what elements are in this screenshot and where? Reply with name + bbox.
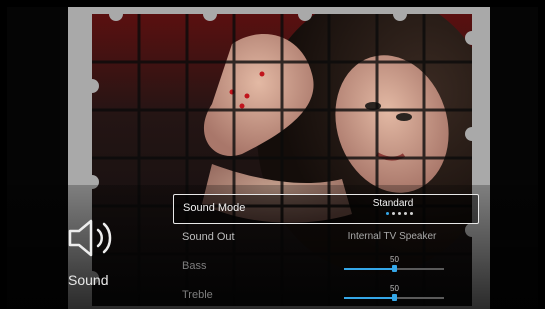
- treble-value: 50: [390, 284, 399, 293]
- treble-slider-knob[interactable]: [392, 294, 397, 301]
- option-dot: [410, 212, 413, 215]
- menu-item-sound-out[interactable]: Sound Out Internal TV Speaker: [173, 224, 477, 252]
- option-dot: [386, 212, 389, 215]
- sound-mode-value: Standard: [372, 198, 414, 209]
- bass-slider-knob[interactable]: [392, 265, 397, 272]
- option-dot: [392, 212, 395, 215]
- option-dot: [398, 212, 401, 215]
- menu-item-label: Sound Out: [182, 231, 235, 243]
- sound-panel-title: Sound: [68, 272, 109, 288]
- menu-item-treble[interactable]: Treble 50: [173, 282, 477, 309]
- speaker-icon: [68, 219, 112, 257]
- menu-item-label: Sound Mode: [183, 202, 246, 214]
- sound-out-value: Internal TV Speaker: [347, 231, 437, 242]
- treble-slider[interactable]: [344, 294, 444, 301]
- treble-slider-fill: [344, 297, 394, 299]
- bass-slider[interactable]: [344, 265, 444, 272]
- bass-value: 50: [390, 255, 399, 264]
- bass-slider-fill: [344, 268, 394, 270]
- menu-item-bass[interactable]: Bass 50: [173, 253, 477, 281]
- menu-item-sound-mode[interactable]: Sound Mode Standard: [173, 194, 479, 224]
- tv-screen: Sound Sound Mode Standard Sound Out Inte…: [0, 0, 545, 309]
- menu-item-label: Bass: [182, 260, 207, 272]
- option-indicator-dots: [386, 212, 413, 215]
- menu-item-label: Treble: [182, 289, 213, 301]
- option-dot: [404, 212, 407, 215]
